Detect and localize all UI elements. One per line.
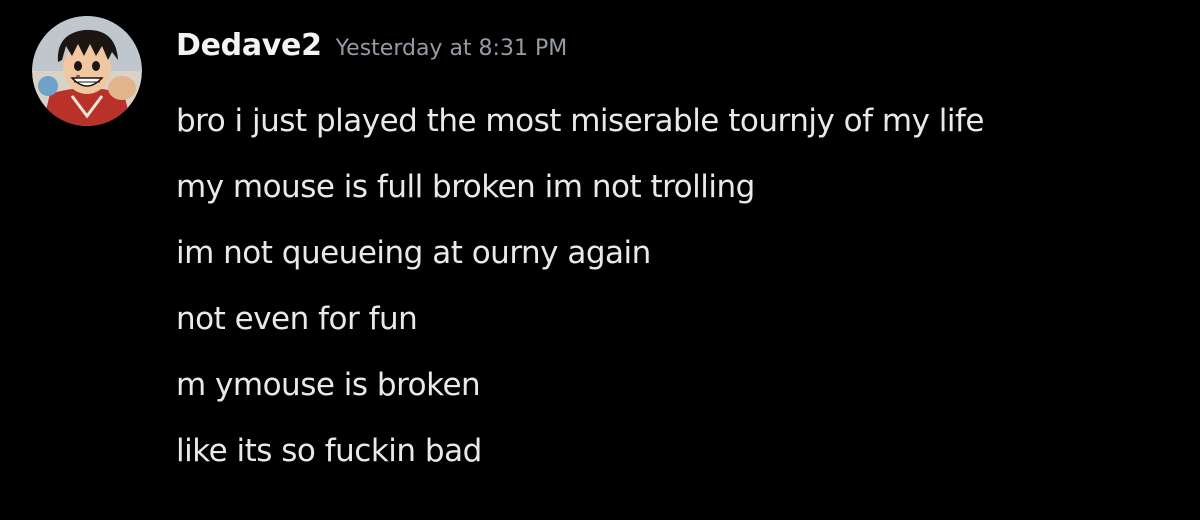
username[interactable]: Dedave2: [176, 28, 322, 63]
message-line: im not queueing at ourny again: [176, 235, 651, 271]
user-avatar[interactable]: [32, 16, 142, 126]
message-line: bro i just played the most miserable tou…: [176, 103, 985, 139]
message-line: my mouse is full broken im not trolling: [176, 169, 755, 205]
message-line: m ymouse is broken: [176, 367, 481, 403]
message-content: bro i just played the most miserable tou…: [176, 88, 985, 484]
message-line: like its so fuckin bad: [176, 433, 482, 469]
message-line: not even for fun: [176, 301, 418, 337]
timestamp[interactable]: Yesterday at 8:31 PM: [336, 36, 568, 61]
message-group: Dedave2 Yesterday at 8:31 PM bro i just p…: [32, 16, 1182, 496]
anime-character-avatar-icon: [32, 16, 142, 126]
message-header: Dedave2 Yesterday at 8:31 PM: [176, 28, 567, 68]
